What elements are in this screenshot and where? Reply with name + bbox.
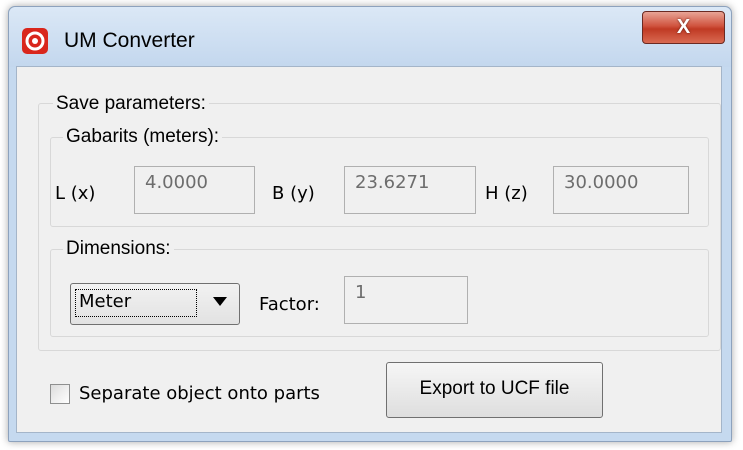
- close-icon: X: [676, 16, 691, 38]
- b-y-field[interactable]: 23.6271: [344, 166, 476, 214]
- save-parameters-label: Save parameters:: [53, 93, 209, 115]
- l-x-label: L (x): [55, 183, 96, 204]
- dimensions-label: Dimensions:: [63, 238, 174, 260]
- b-y-label: B (y): [272, 183, 315, 204]
- l-x-field[interactable]: 4.0000: [134, 166, 255, 214]
- window-title: UM Converter: [64, 29, 195, 52]
- close-button[interactable]: X: [642, 11, 725, 44]
- unit-dropdown[interactable]: Meter: [70, 283, 240, 325]
- separate-parts-checkbox[interactable]: [50, 384, 70, 404]
- chevron-down-icon[interactable]: [213, 297, 227, 306]
- separate-parts-label[interactable]: Separate object onto parts: [79, 383, 320, 405]
- factor-label: Factor:: [259, 294, 320, 315]
- um-app-icon: [22, 28, 48, 54]
- h-z-label: H (z): [485, 183, 528, 204]
- factor-field[interactable]: 1: [344, 276, 468, 324]
- title-bar[interactable]: UM Converter X: [9, 7, 731, 67]
- export-ucf-button[interactable]: Export to UCF file: [386, 362, 603, 418]
- unit-dropdown-value: Meter: [79, 291, 132, 312]
- gabarits-label: Gabarits (meters):: [63, 126, 223, 148]
- h-z-field[interactable]: 30.0000: [553, 166, 689, 214]
